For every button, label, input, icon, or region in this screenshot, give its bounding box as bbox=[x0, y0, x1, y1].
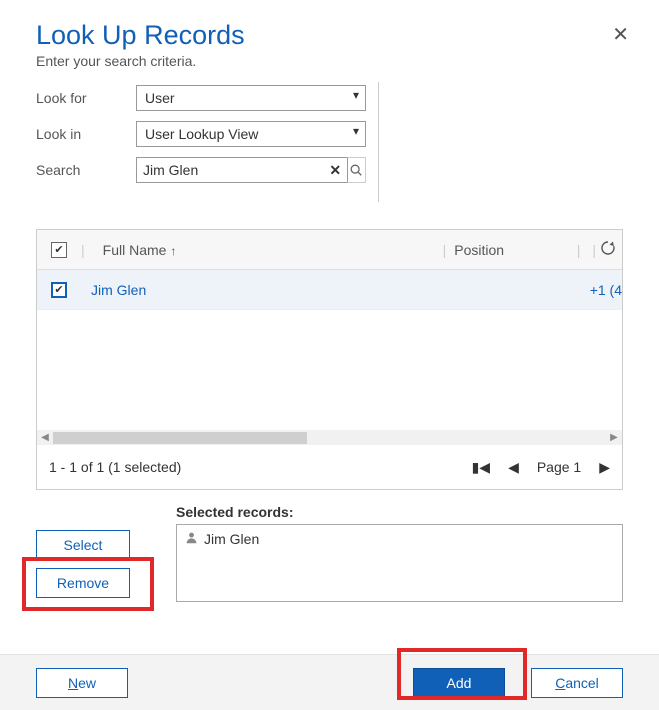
column-full-name[interactable]: Full Name bbox=[103, 242, 167, 258]
horizontal-scrollbar[interactable]: ◀ ▶ bbox=[37, 430, 622, 445]
look-in-label: Look in bbox=[36, 126, 136, 142]
dialog-footer: New Add Cancel bbox=[0, 654, 659, 710]
clear-search-icon[interactable]: ✕ bbox=[328, 162, 343, 179]
prev-page-icon[interactable]: ◀ bbox=[508, 459, 519, 476]
select-button[interactable]: Select bbox=[36, 530, 130, 560]
look-for-dropdown[interactable]: User bbox=[136, 85, 366, 111]
table-row[interactable]: Jim Glen +1 (4 bbox=[37, 270, 622, 310]
user-icon bbox=[185, 531, 198, 547]
look-for-label: Look for bbox=[36, 90, 136, 106]
first-page-icon[interactable]: ▮◀ bbox=[472, 459, 490, 476]
divider bbox=[378, 82, 379, 202]
grid-status: 1 - 1 of 1 (1 selected) bbox=[49, 459, 181, 475]
sort-asc-icon: ↑ bbox=[170, 244, 176, 258]
selected-item-name: Jim Glen bbox=[204, 531, 259, 547]
select-all-checkbox[interactable] bbox=[51, 242, 67, 258]
page-title: Look Up Records bbox=[36, 20, 623, 51]
search-input[interactable] bbox=[136, 157, 352, 183]
list-item[interactable]: Jim Glen bbox=[185, 531, 614, 547]
cancel-button[interactable]: Cancel bbox=[531, 668, 623, 698]
look-for-value: User bbox=[145, 90, 175, 106]
look-in-dropdown[interactable]: User Lookup View bbox=[136, 121, 366, 147]
column-position[interactable]: Position bbox=[454, 242, 504, 258]
page-subtitle: Enter your search criteria. bbox=[36, 53, 623, 69]
selected-records-box[interactable]: Jim Glen bbox=[176, 524, 623, 602]
look-in-value: User Lookup View bbox=[145, 126, 258, 142]
scroll-left-icon[interactable]: ◀ bbox=[37, 432, 53, 443]
search-button[interactable] bbox=[347, 157, 366, 183]
add-button[interactable]: Add bbox=[413, 668, 505, 698]
close-icon[interactable]: ✕ bbox=[612, 22, 629, 47]
next-page-icon[interactable]: ▶ bbox=[599, 459, 610, 476]
page-label: Page 1 bbox=[537, 459, 581, 475]
new-button[interactable]: New bbox=[36, 668, 128, 698]
row-checkbox[interactable] bbox=[51, 282, 67, 298]
remove-button[interactable]: Remove bbox=[36, 568, 130, 598]
row-name-link[interactable]: Jim Glen bbox=[91, 282, 146, 298]
scroll-right-icon[interactable]: ▶ bbox=[606, 432, 622, 443]
selected-records-label: Selected records: bbox=[176, 504, 623, 520]
row-phone: +1 (4 bbox=[590, 282, 622, 298]
results-grid: | Full Name ↑ | Position | | bbox=[36, 229, 623, 490]
search-label: Search bbox=[36, 162, 136, 178]
refresh-icon[interactable] bbox=[600, 240, 616, 259]
